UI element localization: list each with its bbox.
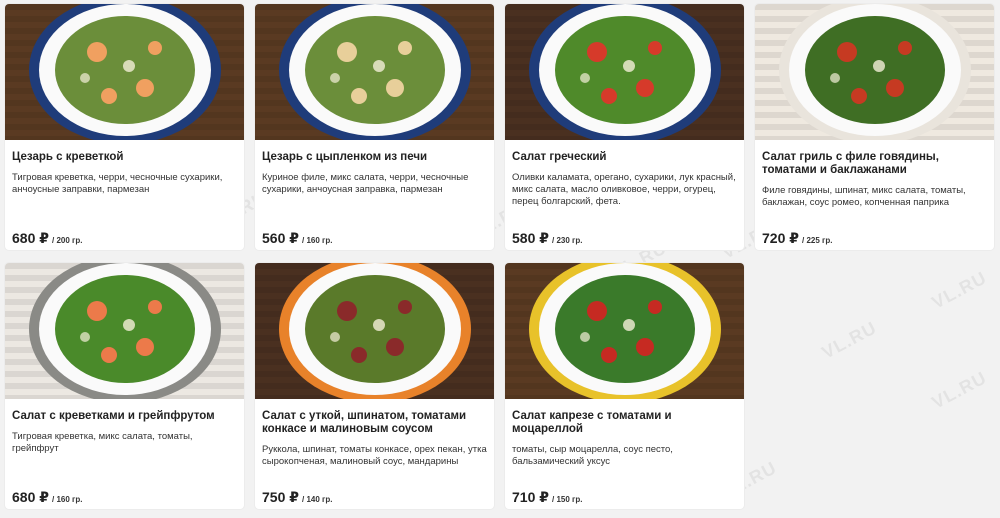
dish-title: Салат с креветками и грейпфрутом — [12, 410, 215, 422]
dish-photo — [255, 4, 494, 140]
dish-price: 580 ₽/ 230 гр. — [512, 230, 582, 247]
dish-photo — [5, 4, 244, 140]
price-value: 560 ₽ — [262, 230, 299, 246]
price-value: 750 ₽ — [262, 489, 299, 505]
menu-item-card[interactable]: Салат греческий Оливки каламата, орегано… — [505, 4, 744, 250]
price-value: 680 ₽ — [12, 230, 49, 246]
dish-price: 720 ₽/ 225 гр. — [762, 230, 832, 247]
dish-photo — [255, 263, 494, 399]
dish-weight: / 230 гр. — [552, 236, 583, 245]
dish-title: Цезарь с креветкой — [12, 151, 124, 163]
dish-weight: / 225 гр. — [802, 236, 833, 245]
menu-item-card[interactable]: Цезарь с цыпленком из печи Куриное филе,… — [255, 4, 494, 250]
menu-grid: Цезарь с креветкой Тигровая креветка, че… — [5, 4, 994, 509]
price-value: 680 ₽ — [12, 489, 49, 505]
dish-description: Руккола, шпинат, томаты конкасе, орех пе… — [262, 444, 487, 467]
dish-photo — [5, 263, 244, 399]
dish-description: Филе говядины, шпинат, микс салата, тома… — [762, 185, 966, 208]
dish-description: томаты, сыр моцарелла, соус песто, бальз… — [512, 444, 673, 467]
dish-weight: / 160 гр. — [302, 236, 333, 245]
dish-description: Тигровая креветка, черри, чесночные суха… — [12, 172, 223, 195]
price-value: 580 ₽ — [512, 230, 549, 246]
dish-title: Салат капрезе с томатами и моцареллой — [512, 410, 672, 435]
dish-photo — [505, 263, 744, 399]
dish-title: Цезарь с цыпленком из печи — [262, 151, 428, 163]
dish-title: Салат с уткой, шпинатом, томатами конкас… — [262, 410, 467, 435]
dish-weight: / 200 гр. — [52, 236, 83, 245]
dish-description: Оливки каламата, орегано, сухарики, лук … — [512, 172, 736, 207]
dish-description: Тигровая креветка, микс салата, томаты, … — [12, 431, 193, 454]
dish-photo — [755, 4, 994, 140]
dish-weight: / 160 гр. — [52, 495, 83, 504]
dish-weight: / 150 гр. — [552, 495, 583, 504]
dish-price: 560 ₽/ 160 гр. — [262, 230, 332, 247]
price-value: 710 ₽ — [512, 489, 549, 505]
menu-item-card[interactable]: Салат с креветками и грейпфрутом Тигрова… — [5, 263, 244, 509]
dish-description: Куриное филе, микс салата, черри, чесноч… — [262, 172, 469, 195]
menu-item-card[interactable]: Цезарь с креветкой Тигровая креветка, че… — [5, 4, 244, 250]
price-value: 720 ₽ — [762, 230, 799, 246]
menu-item-card[interactable]: Салат с уткой, шпинатом, томатами конкас… — [255, 263, 494, 509]
dish-title: Салат гриль с филе говядины, томатами и … — [762, 151, 939, 176]
dish-price: 710 ₽/ 150 гр. — [512, 489, 582, 506]
dish-price: 680 ₽/ 160 гр. — [12, 489, 82, 506]
menu-item-card[interactable]: Салат гриль с филе говядины, томатами и … — [755, 4, 994, 250]
menu-item-card[interactable]: Салат капрезе с томатами и моцареллой то… — [505, 263, 744, 509]
dish-title: Салат греческий — [512, 151, 607, 163]
dish-price: 680 ₽/ 200 гр. — [12, 230, 82, 247]
dish-weight: / 140 гр. — [302, 495, 333, 504]
dish-price: 750 ₽/ 140 гр. — [262, 489, 332, 506]
dish-photo — [505, 4, 744, 140]
